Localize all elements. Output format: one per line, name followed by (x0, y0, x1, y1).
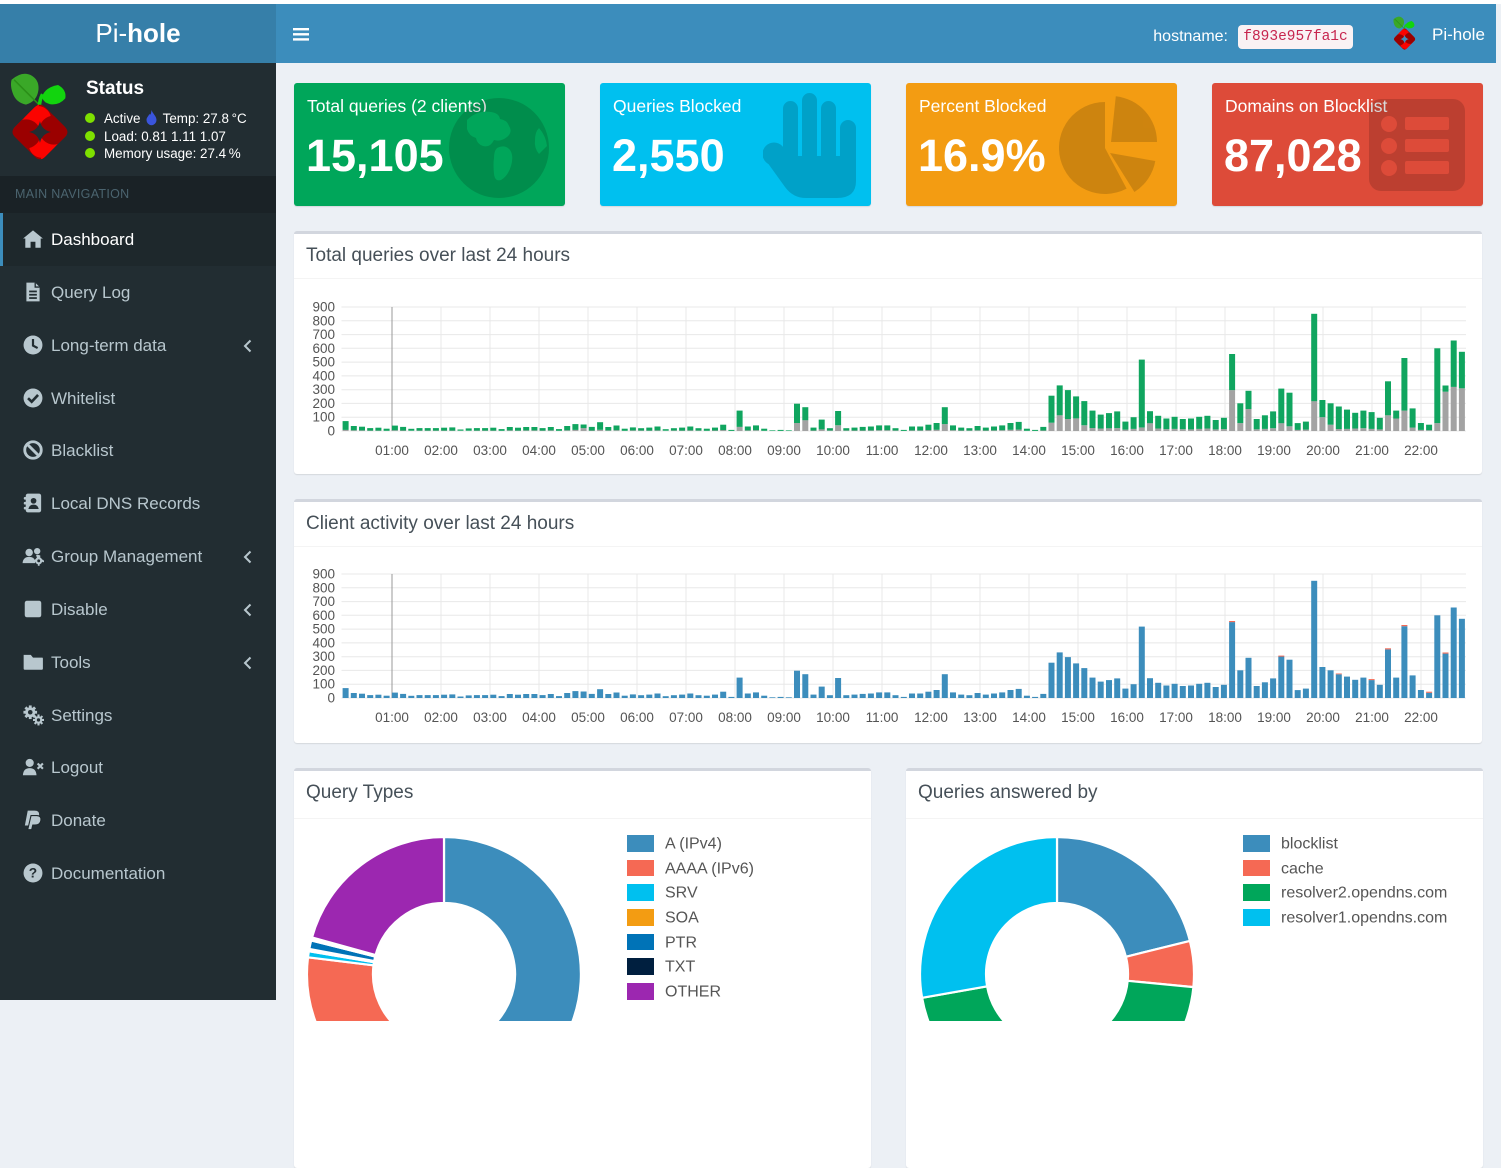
svg-text:100: 100 (312, 410, 335, 425)
svg-text:300: 300 (312, 382, 335, 397)
svg-text:15:00: 15:00 (1061, 443, 1095, 458)
svg-text:08:00: 08:00 (718, 710, 752, 725)
svg-text:21:00: 21:00 (1355, 443, 1389, 458)
svg-text:06:00: 06:00 (620, 443, 654, 458)
svg-text:200: 200 (312, 396, 335, 411)
svg-text:10:00: 10:00 (816, 443, 850, 458)
svg-text:12:00: 12:00 (914, 710, 948, 725)
svg-text:700: 700 (312, 594, 335, 609)
svg-text:600: 600 (312, 341, 335, 356)
svg-text:700: 700 (312, 327, 335, 342)
svg-text:17:00: 17:00 (1159, 443, 1193, 458)
svg-text:800: 800 (312, 580, 335, 595)
svg-text:03:00: 03:00 (473, 710, 507, 725)
svg-text:09:00: 09:00 (767, 443, 801, 458)
svg-text:800: 800 (312, 313, 335, 328)
svg-text:18:00: 18:00 (1208, 443, 1242, 458)
svg-text:16:00: 16:00 (1110, 443, 1144, 458)
svg-text:01:00: 01:00 (375, 443, 409, 458)
svg-text:03:00: 03:00 (473, 443, 507, 458)
svg-text:600: 600 (312, 608, 335, 623)
svg-text:300: 300 (312, 649, 335, 664)
svg-text:09:00: 09:00 (767, 710, 801, 725)
svg-text:21:00: 21:00 (1355, 710, 1389, 725)
svg-text:500: 500 (312, 622, 335, 637)
svg-text:13:00: 13:00 (963, 443, 997, 458)
svg-text:20:00: 20:00 (1306, 443, 1340, 458)
svg-text:01:00: 01:00 (375, 710, 409, 725)
svg-text:22:00: 22:00 (1404, 710, 1438, 725)
svg-text:05:00: 05:00 (571, 710, 605, 725)
svg-text:900: 900 (312, 300, 335, 315)
svg-text:11:00: 11:00 (866, 443, 899, 458)
svg-text:05:00: 05:00 (571, 443, 605, 458)
svg-text:06:00: 06:00 (620, 710, 654, 725)
svg-text:15:00: 15:00 (1061, 710, 1095, 725)
svg-text:17:00: 17:00 (1159, 710, 1193, 725)
svg-text:12:00: 12:00 (914, 443, 948, 458)
svg-text:04:00: 04:00 (522, 710, 556, 725)
svg-text:22:00: 22:00 (1404, 443, 1438, 458)
svg-text:20:00: 20:00 (1306, 710, 1340, 725)
svg-text:08:00: 08:00 (718, 443, 752, 458)
svg-text:18:00: 18:00 (1208, 710, 1242, 725)
svg-text:11:00: 11:00 (866, 710, 899, 725)
svg-text:100: 100 (312, 677, 335, 692)
svg-text:19:00: 19:00 (1257, 710, 1291, 725)
svg-text:500: 500 (312, 355, 335, 370)
svg-text:14:00: 14:00 (1012, 710, 1046, 725)
svg-text:04:00: 04:00 (522, 443, 556, 458)
svg-text:10:00: 10:00 (816, 710, 850, 725)
svg-text:0: 0 (327, 424, 335, 439)
svg-text:14:00: 14:00 (1012, 443, 1046, 458)
svg-text:07:00: 07:00 (669, 710, 703, 725)
svg-text:200: 200 (312, 663, 335, 678)
svg-text:02:00: 02:00 (424, 443, 458, 458)
svg-text:07:00: 07:00 (669, 443, 703, 458)
svg-text:13:00: 13:00 (963, 710, 997, 725)
svg-text:16:00: 16:00 (1110, 710, 1144, 725)
svg-text:400: 400 (312, 635, 335, 650)
svg-text:02:00: 02:00 (424, 710, 458, 725)
svg-text:400: 400 (312, 368, 335, 383)
svg-text:19:00: 19:00 (1257, 443, 1291, 458)
svg-text:900: 900 (312, 567, 335, 582)
svg-text:?: ? (29, 866, 37, 881)
svg-text:0: 0 (327, 691, 335, 706)
